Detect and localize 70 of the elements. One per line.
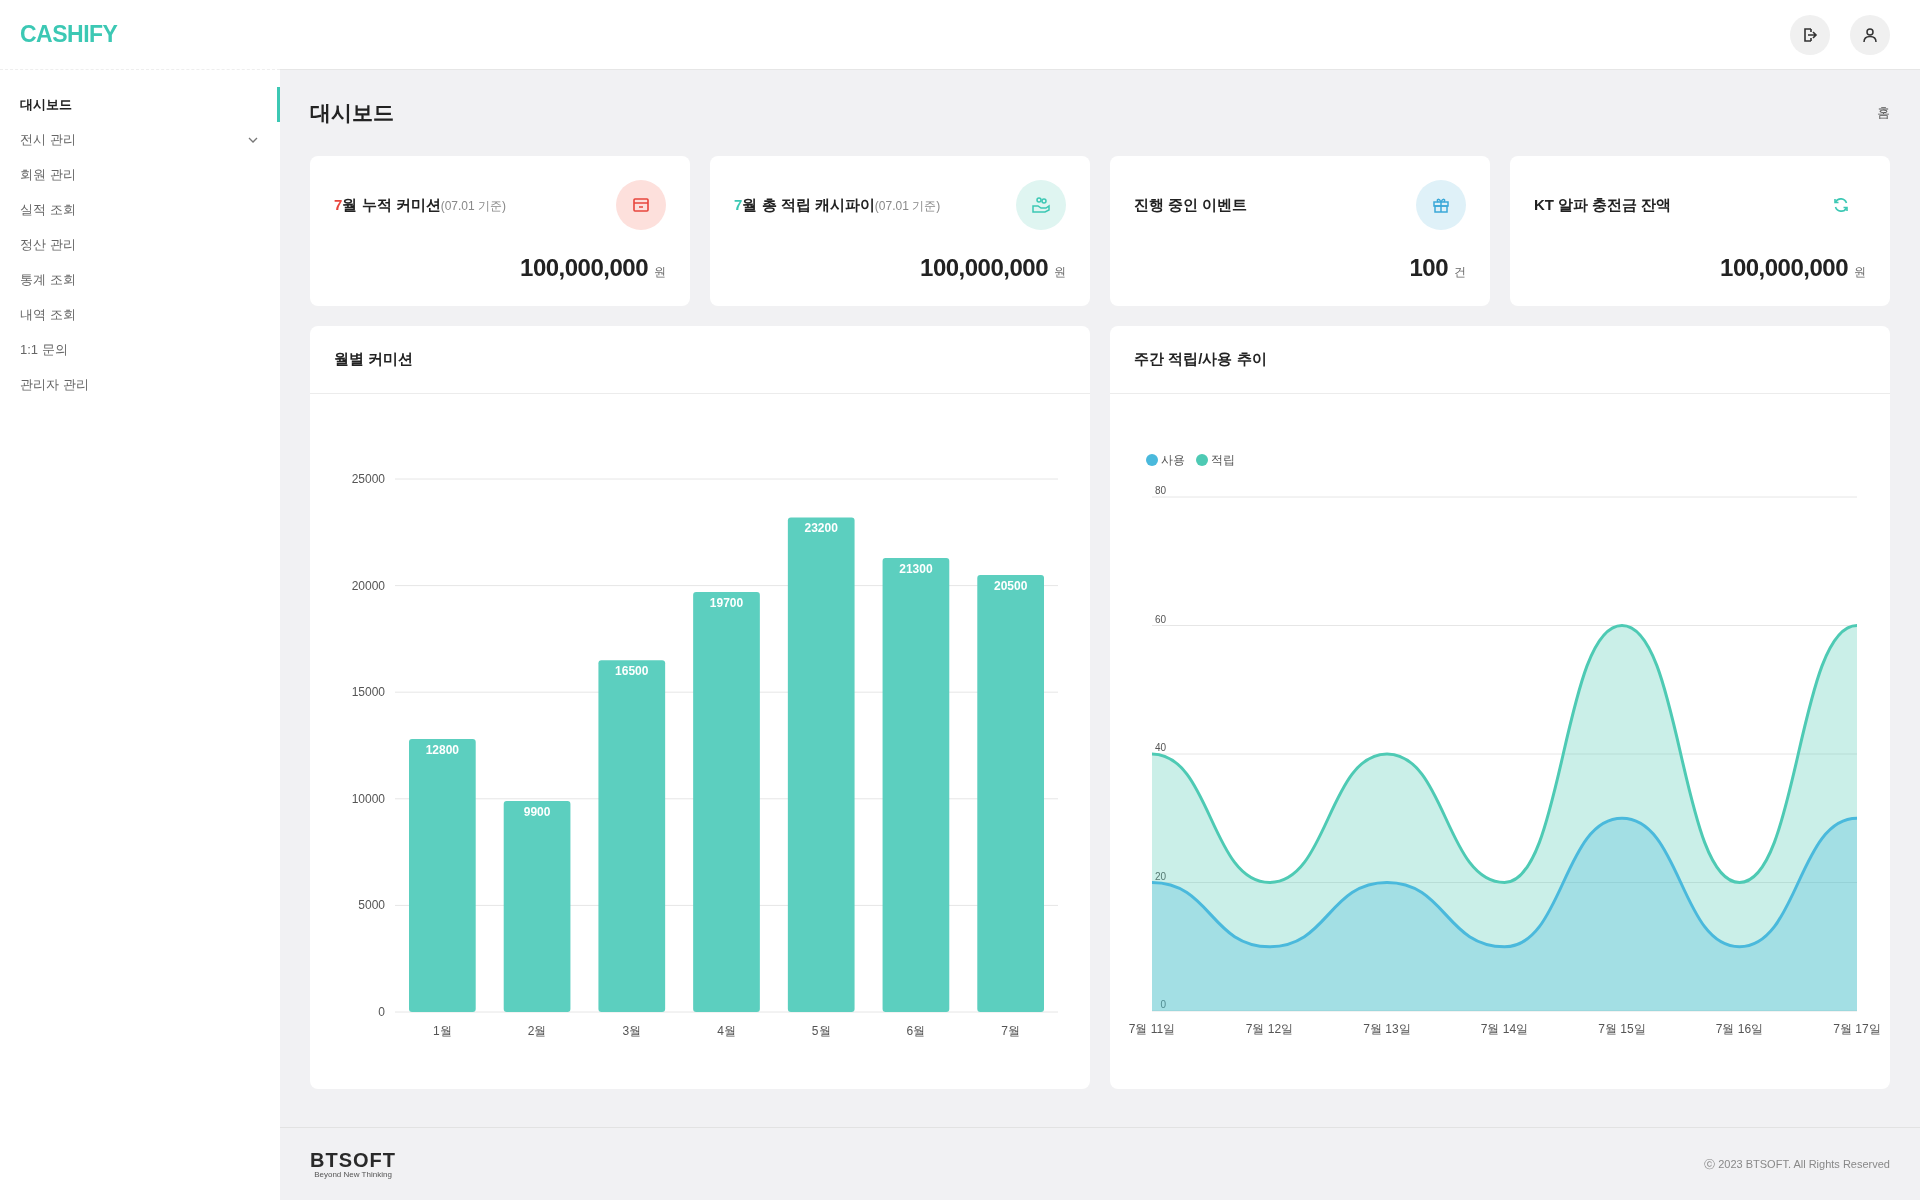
data-label: 19700 — [709, 596, 744, 610]
legend-label: 사용 — [1161, 453, 1185, 467]
axis-label: 2월 — [527, 1024, 547, 1038]
axis-label: 7월 17일 — [1833, 1022, 1881, 1036]
axis-label: 7월 14일 — [1480, 1022, 1529, 1036]
axis-label: 4월 — [717, 1024, 736, 1038]
logout-icon — [1802, 26, 1818, 43]
breadcrumb[interactable]: 홈 — [1877, 104, 1890, 122]
chevron-down-icon — [248, 136, 258, 143]
sidebar-item[interactable]: 내역 조회 — [0, 297, 280, 332]
stat-unit: 원 — [1854, 264, 1866, 281]
stat-value: 100 — [1409, 254, 1448, 282]
axis-label: 7월 16일 — [1715, 1022, 1764, 1036]
axis-tick: 0 — [1160, 999, 1166, 1010]
axis-tick: 15000 — [351, 685, 385, 700]
sidebar-item[interactable]: 실적 조회 — [0, 192, 280, 227]
data-label: 9900 — [523, 804, 551, 819]
stat-unit: 건 — [1454, 264, 1466, 281]
axis-label: 7월 — [1001, 1024, 1020, 1038]
axis-tick: 60 — [1154, 613, 1166, 625]
sidebar-item[interactable]: 1:1 문의 — [0, 332, 280, 367]
card-title: 7월 총 적립 캐시파이(07.01 기준) — [734, 195, 941, 215]
stat-value: 100,000,000 — [520, 254, 648, 282]
axis-label: 7월 13일 — [1363, 1022, 1411, 1036]
stat-value: 100,000,000 — [1720, 254, 1848, 282]
sidebar-item[interactable]: 전시 관리 — [0, 122, 280, 157]
axis-tick: 80 — [1154, 485, 1166, 496]
data-label: 12800 — [425, 743, 460, 758]
copyright: ⓒ 2023 BTSOFT. All Rights Reserved — [1704, 1156, 1890, 1172]
data-label: 21300 — [899, 561, 933, 576]
sidebar-item[interactable]: 회원 관리 — [0, 157, 280, 192]
user-button[interactable] — [1850, 14, 1890, 55]
sidebar-item[interactable]: 통계 조회 — [0, 262, 280, 297]
sidebar-item[interactable]: 정산 관리 — [0, 227, 280, 262]
axis-tick: 5000 — [358, 898, 385, 913]
axis-label: 6월 — [906, 1024, 926, 1038]
axis-tick: 20000 — [351, 578, 385, 593]
sidebar-item[interactable]: 관리자 관리 — [0, 367, 280, 402]
axis-label: 7월 11일 — [1128, 1022, 1176, 1036]
chart-title: 월별 커미션 — [334, 350, 414, 369]
axis-tick: 10000 — [351, 791, 385, 806]
chart-title: 주간 적립/사용 추이 — [1134, 350, 1267, 369]
axis-label: 3월 — [622, 1024, 642, 1038]
logout-button[interactable] — [1790, 14, 1830, 55]
data-label: 20500 — [993, 578, 1028, 593]
stat-unit: 원 — [1054, 264, 1066, 281]
axis-label: 7월 12일 — [1245, 1022, 1294, 1036]
user-icon — [1862, 26, 1878, 43]
page-title: 대시보드 — [310, 100, 394, 126]
data-label: 23200 — [804, 521, 838, 536]
footer-tagline: Beyond New Thinking — [314, 1169, 392, 1179]
data-label: 16500 — [615, 664, 649, 679]
card-icon — [632, 196, 650, 214]
axis-tick: 40 — [1154, 742, 1166, 753]
stat-unit: 원 — [654, 264, 666, 281]
axis-tick: 25000 — [351, 472, 385, 486]
gift-icon — [1432, 196, 1450, 214]
card-title: 7월 누적 커미션(07.01 기준) — [334, 195, 507, 215]
card-title: 진행 중인 이벤트 — [1134, 195, 1248, 215]
stat-value: 100,000,000 — [920, 254, 1048, 282]
sidebar-item[interactable]: 대시보드 — [0, 87, 280, 122]
hand-coin-icon — [1031, 196, 1051, 214]
footer-logo: BTSOFT — [310, 1149, 396, 1170]
card-title: KT 알파 충전금 잔액 — [1534, 195, 1672, 215]
axis-tick: 20 — [1154, 870, 1166, 882]
legend-label: 적립 — [1211, 453, 1235, 467]
axis-tick: 0 — [378, 1005, 385, 1019]
axis-label: 7월 15일 — [1598, 1022, 1646, 1036]
axis-label: 5월 — [811, 1024, 831, 1038]
axis-label: 1월 — [433, 1024, 452, 1038]
